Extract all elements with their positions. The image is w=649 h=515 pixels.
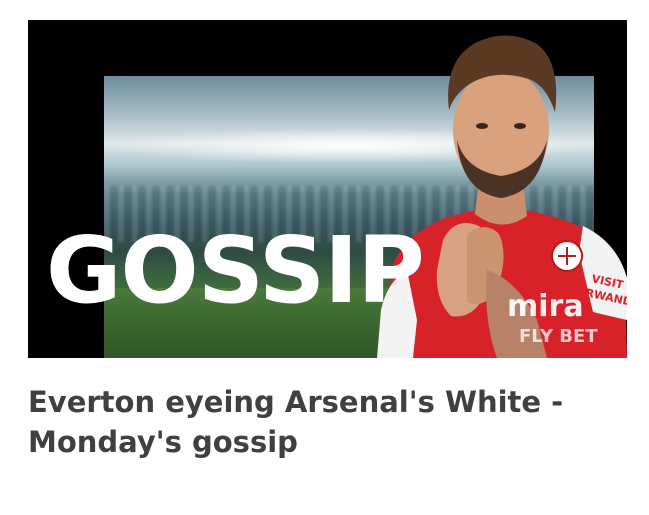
gossip-overlay-text: GOSSIP bbox=[46, 217, 425, 324]
article-card[interactable]: mira FLY BET VISIT RWANDA GOSSIP Everton… bbox=[0, 0, 649, 515]
svg-text:FLY BET: FLY BET bbox=[519, 326, 598, 347]
article-thumbnail[interactable]: mira FLY BET VISIT RWANDA GOSSIP bbox=[28, 20, 627, 358]
svg-text:mira: mira bbox=[507, 289, 584, 324]
article-headline[interactable]: Everton eyeing Arsenal's White - Monday'… bbox=[28, 382, 618, 462]
